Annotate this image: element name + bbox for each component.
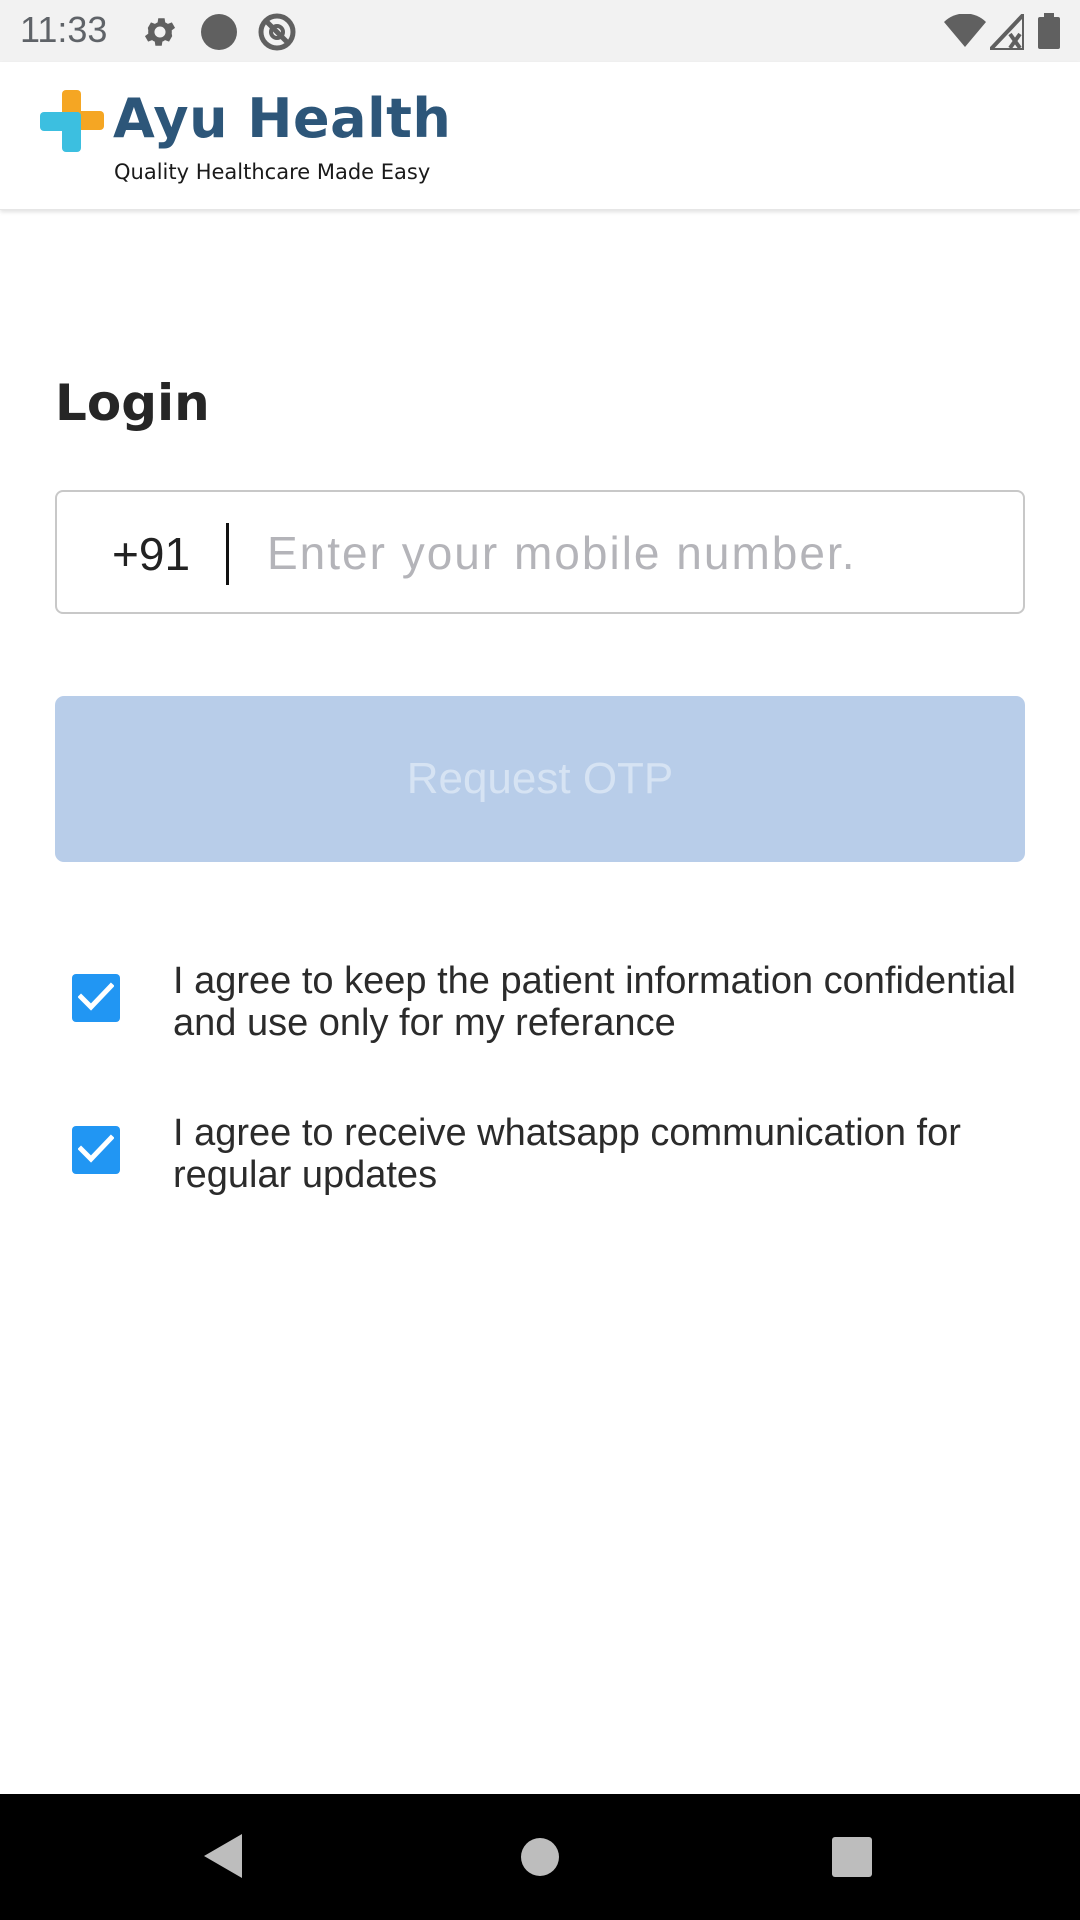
request-otp-button[interactable]: Request OTP	[55, 696, 1025, 862]
confidentiality-consent-label: I agree to keep the patient information …	[173, 960, 1016, 1044]
record-dot-icon	[199, 12, 239, 56]
system-nav-bar	[0, 1794, 1080, 1920]
checkmark-icon	[78, 982, 114, 1011]
app-header: Ayu Health Quality Healthcare Made Easy	[0, 62, 1080, 210]
page-title: Login	[55, 374, 210, 432]
battery-icon	[1038, 13, 1060, 53]
status-bar: 11:33	[0, 0, 1080, 62]
back-icon[interactable]	[202, 1832, 246, 1884]
checkmark-icon	[78, 1134, 114, 1163]
home-icon[interactable]	[519, 1836, 561, 1882]
phone-number-field[interactable]: +91	[55, 490, 1025, 614]
settings-gear-icon	[141, 13, 179, 55]
ayu-health-logo-icon	[40, 90, 104, 158]
status-time: 11:33	[20, 9, 108, 50]
do-not-disturb-icon	[257, 12, 297, 56]
text-cursor-divider	[226, 523, 229, 585]
country-code[interactable]: +91	[112, 526, 190, 582]
whatsapp-checkbox[interactable]	[72, 1126, 120, 1174]
brand-name: Ayu Health	[113, 87, 452, 150]
whatsapp-consent-label: I agree to receive whatsapp communicatio…	[173, 1112, 961, 1196]
recents-icon[interactable]	[831, 1836, 873, 1882]
confidentiality-checkbox[interactable]	[72, 974, 120, 1022]
cell-signal-icon	[985, 8, 1026, 54]
brand-tagline: Quality Healthcare Made Easy	[114, 160, 431, 184]
phone-number-input[interactable]	[267, 518, 997, 588]
wifi-icon	[944, 13, 986, 52]
